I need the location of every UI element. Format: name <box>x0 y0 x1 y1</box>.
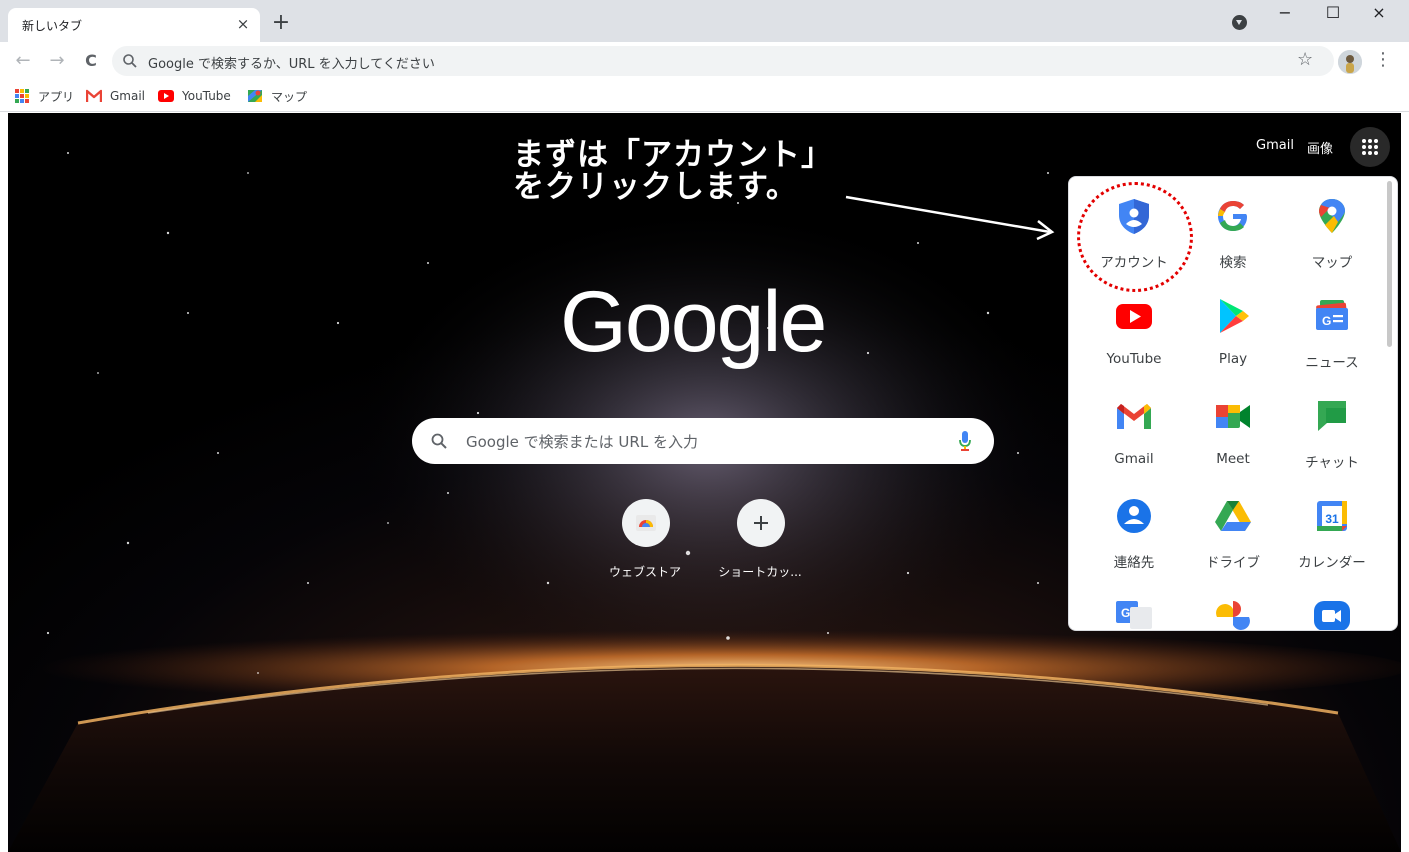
app-label: ドライブ <box>1206 555 1260 571</box>
google-apps-button[interactable] <box>1350 127 1390 167</box>
gmail-icon <box>86 89 102 102</box>
bookmark-gmail[interactable]: Gmail <box>86 86 145 106</box>
app-youtube[interactable]: YouTube <box>1084 282 1184 382</box>
profile-avatar[interactable] <box>1338 50 1362 74</box>
app-maps[interactable]: マップ <box>1282 182 1382 282</box>
youtube-icon <box>1116 304 1152 329</box>
chat-icon <box>1318 401 1346 431</box>
toolbar: ← → C Google で検索するか、URL を入力してください ☆ ⋮ <box>0 42 1409 80</box>
apps-grid-icon <box>15 89 29 103</box>
youtube-icon <box>158 90 174 102</box>
translate-icon[interactable]: G <box>1114 597 1154 631</box>
bookmark-label: アプリ <box>38 89 75 104</box>
app-play[interactable]: Play <box>1183 282 1283 382</box>
app-label: YouTube <box>1106 351 1162 367</box>
panel-scrollbar[interactable] <box>1387 181 1392 347</box>
maps-pin-icon <box>1319 199 1345 233</box>
app-label: 連絡先 <box>1113 555 1155 571</box>
app-label: Meet <box>1216 451 1250 467</box>
shortcut-icon-container <box>737 499 785 547</box>
app-label: Play <box>1218 351 1248 367</box>
bookmark-label: マップ <box>271 89 308 104</box>
annotation-line-2: をクリックします。 <box>513 169 798 205</box>
instruction-annotation: まずは「アカウント」 をクリックします。 <box>513 139 833 203</box>
shortcut-label: ウェブストア <box>608 565 681 579</box>
search-icon <box>431 433 447 449</box>
webstore-icon <box>636 515 656 531</box>
drive-icon <box>1215 501 1251 531</box>
search-icon <box>123 54 137 68</box>
microphone-icon[interactable] <box>958 430 972 452</box>
search-box[interactable]: Google で検索または URL を入力 <box>412 418 994 464</box>
meet-icon <box>1216 405 1250 428</box>
shortcut-webstore[interactable]: ウェブストア <box>595 499 695 589</box>
shortcut-add[interactable]: ショートカッ... <box>710 499 810 589</box>
plus-icon <box>754 516 768 530</box>
duo-icon[interactable] <box>1312 597 1352 631</box>
app-label: カレンダー <box>1298 555 1366 571</box>
app-meet[interactable]: Meet <box>1183 382 1283 482</box>
gmail-icon <box>1117 404 1151 429</box>
minimize-button[interactable]: − <box>1262 0 1308 30</box>
news-icon: G <box>1316 300 1348 330</box>
search-box-placeholder: Google で検索または URL を入力 <box>466 433 698 451</box>
close-window-button[interactable]: × <box>1358 0 1400 30</box>
tab-search-icon[interactable] <box>1232 15 1247 30</box>
app-label: ニュース <box>1305 355 1359 371</box>
svg-text:G: G <box>1322 314 1331 328</box>
app-gmail[interactable]: Gmail <box>1084 382 1184 482</box>
app-label: チャット <box>1305 455 1359 471</box>
avatar-image <box>1338 50 1362 74</box>
app-calendar[interactable]: 31 カレンダー <box>1282 482 1382 582</box>
bookmark-label: Gmail <box>110 89 146 103</box>
bookmark-label: YouTube <box>182 89 231 103</box>
gmail-link[interactable]: Gmail <box>1256 138 1294 153</box>
bookmark-apps[interactable]: アプリ <box>14 86 74 106</box>
annotation-line-1: まずは「アカウント」 <box>513 137 833 173</box>
google-apps-panel: アカウント 検索 マップ YouTube Play G ニュース Gmail M… <box>1068 176 1398 631</box>
forward-button[interactable]: → <box>44 48 70 74</box>
tab-strip: 新しいタブ × + − ☐ × <box>0 0 1409 42</box>
calendar-day-label: 31 <box>1325 512 1339 526</box>
svg-text:G: G <box>1121 606 1130 620</box>
shortcut-label: ショートカッ... <box>718 565 802 579</box>
tab-close-button[interactable]: × <box>232 13 254 35</box>
address-bar-placeholder: Google で検索するか、URL を入力してください <box>148 57 435 72</box>
app-search[interactable]: 検索 <box>1183 182 1283 282</box>
app-label: 検索 <box>1219 255 1247 271</box>
tab-new-tab[interactable]: 新しいタブ × <box>8 8 260 42</box>
address-bar[interactable]: Google で検索するか、URL を入力してください <box>112 46 1334 76</box>
bookmark-youtube[interactable]: YouTube <box>158 86 231 106</box>
images-link[interactable]: 画像 <box>1307 138 1333 157</box>
bookmarks-bar: アプリ Gmail YouTube マップ <box>0 80 1409 112</box>
browser-menu-button[interactable]: ⋮ <box>1374 49 1392 73</box>
shortcut-icon-container <box>622 499 670 547</box>
maps-icon <box>248 90 262 102</box>
photos-icon[interactable] <box>1213 597 1253 631</box>
play-triangle-icon <box>1220 299 1249 333</box>
app-contacts[interactable]: 連絡先 <box>1084 482 1184 582</box>
app-label: マップ <box>1311 255 1353 271</box>
app-news[interactable]: G ニュース <box>1282 282 1382 382</box>
tab-title: 新しいタブ <box>22 19 83 33</box>
app-label: Gmail <box>1114 451 1154 467</box>
new-tab-button[interactable]: + <box>268 11 294 37</box>
google-logo: Google <box>560 274 827 370</box>
maximize-button[interactable]: ☐ <box>1310 0 1356 30</box>
annotation-red-circle <box>1077 182 1193 292</box>
reload-button[interactable]: C <box>78 48 104 74</box>
new-tab-page: Gmail 画像 まずは「アカウント」 をクリックします。 Google Goo… <box>8 113 1401 852</box>
bookmark-maps[interactable]: マップ <box>247 86 307 106</box>
contacts-icon <box>1117 499 1151 533</box>
google-g-icon <box>1218 201 1247 231</box>
back-button[interactable]: ← <box>10 48 36 74</box>
bookmark-star-icon[interactable]: ☆ <box>1297 49 1313 70</box>
app-chat[interactable]: チャット <box>1282 382 1382 482</box>
app-drive[interactable]: ドライブ <box>1183 482 1283 582</box>
